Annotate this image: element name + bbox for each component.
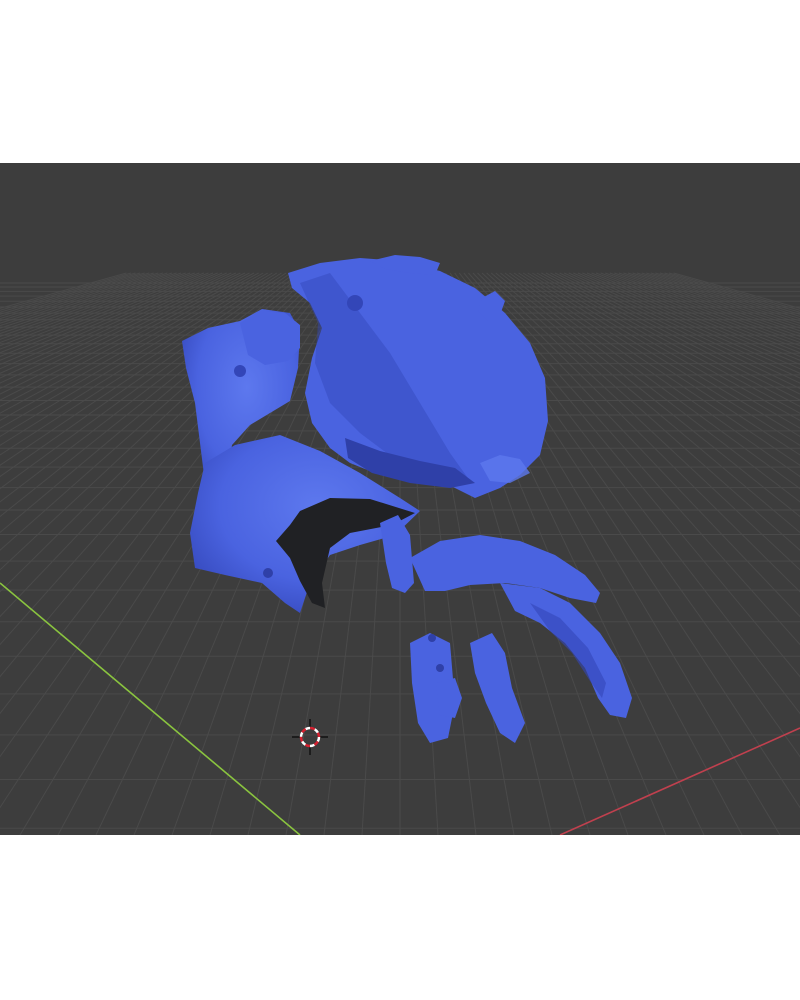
grid-line	[0, 272, 209, 357]
grid-line	[0, 272, 127, 309]
grid-line	[513, 272, 800, 466]
grid-line	[0, 272, 191, 344]
mesh-detail-hole	[234, 365, 246, 377]
top-margin	[0, 0, 800, 163]
grid-line	[582, 272, 800, 365]
grid-line	[641, 272, 800, 324]
grid-line	[0, 272, 136, 313]
3d-cursor-icon[interactable]	[292, 719, 328, 755]
mesh-detail-hole	[263, 568, 273, 578]
3d-viewport[interactable]	[0, 163, 800, 835]
grid-line	[568, 272, 800, 379]
grid-line	[591, 272, 800, 357]
grid-line	[586, 272, 800, 361]
grid-line	[664, 272, 800, 313]
mesh-detail-hole	[436, 664, 444, 672]
mesh-detail-hole	[428, 634, 436, 642]
grid-line	[673, 272, 800, 309]
grid-line	[0, 272, 154, 322]
grid-line	[646, 272, 800, 322]
mesh-detail-hole	[347, 295, 363, 311]
viewport-scene[interactable]	[0, 163, 800, 835]
grid-line	[0, 272, 159, 324]
grid-line	[609, 272, 800, 344]
mesh-front-fender	[410, 535, 600, 603]
mesh-fork-tube	[380, 515, 414, 593]
bottom-margin	[0, 835, 800, 1000]
grid-line	[0, 272, 214, 361]
